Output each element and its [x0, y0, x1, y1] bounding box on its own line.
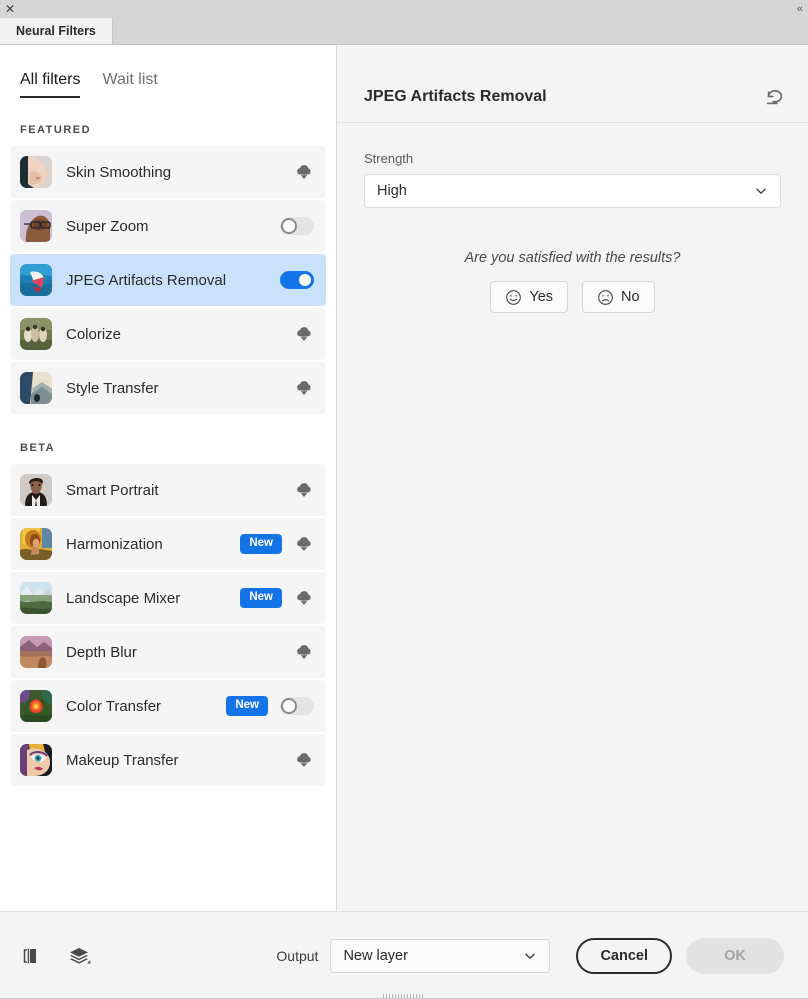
filter-toggle-on[interactable] — [280, 271, 314, 289]
tab-neural-filters[interactable]: Neural Filters — [0, 18, 113, 44]
settings-body: Strength High Are you satisfied with the… — [337, 123, 808, 911]
landscape-mixer-thumb — [20, 582, 52, 614]
feedback-question: Are you satisfied with the results? — [464, 250, 681, 266]
filter-row-label: Style Transfer — [66, 379, 159, 397]
strength-select[interactable]: High — [364, 174, 781, 208]
tab-all-filters[interactable]: All filters — [20, 71, 81, 98]
filter-row[interactable]: JPEG Artifacts Removal — [10, 254, 326, 306]
filter-tabs: All filters Wait list — [0, 45, 336, 98]
settings-header: JPEG Artifacts Removal — [337, 71, 808, 123]
jpeg-artifacts-thumb — [20, 264, 52, 296]
filter-row-label: Makeup Transfer — [66, 751, 179, 769]
reset-icon[interactable] — [764, 86, 786, 108]
feedback-yes-label: Yes — [529, 289, 554, 305]
neural-filters-window: ✕ « Neural Filters All filters Wait list… — [0, 0, 808, 999]
filter-row[interactable]: Smart Portrait — [10, 464, 326, 516]
depth-blur-thumb — [20, 636, 52, 668]
cloud-download-icon[interactable] — [294, 534, 314, 554]
collapse-panel-icon[interactable]: « — [797, 0, 803, 18]
skin-smoothing-thumb — [20, 156, 52, 188]
output-select[interactable]: New layer — [330, 938, 551, 973]
colorize-thumb — [20, 318, 52, 350]
ok-button[interactable]: OK — [686, 937, 784, 974]
filter-row-label: Harmonization — [66, 535, 163, 553]
new-badge: New — [240, 587, 282, 609]
filter-row[interactable]: Style Transfer — [10, 362, 326, 414]
super-zoom-thumb — [20, 210, 52, 242]
feedback-no-label: No — [621, 289, 640, 305]
new-badge: New — [240, 533, 282, 555]
filter-toggle-off[interactable] — [280, 217, 314, 235]
frowny-face-icon — [597, 289, 614, 306]
cloud-download-icon[interactable] — [294, 162, 314, 182]
strength-label: Strength — [364, 151, 414, 166]
filter-row-label: Landscape Mixer — [66, 589, 181, 607]
filter-row[interactable]: Depth Blur — [10, 626, 326, 678]
filter-row-label: Skin Smoothing — [66, 163, 172, 181]
filter-row[interactable]: Harmonization New — [10, 518, 326, 570]
feedback-section: Are you satisfied with the results? Yes … — [364, 250, 781, 313]
color-transfer-thumb — [20, 690, 52, 722]
style-transfer-thumb — [20, 372, 52, 404]
filter-row-label: Smart Portrait — [66, 481, 159, 499]
filter-settings-panel: JPEG Artifacts Removal Strength High Are… — [337, 45, 808, 911]
cloud-download-icon[interactable] — [294, 588, 314, 608]
preview-compare-icon[interactable] — [18, 943, 44, 969]
filter-row-label: Color Transfer — [66, 697, 162, 715]
cloud-download-icon[interactable] — [294, 324, 314, 344]
smart-portrait-thumb — [20, 474, 52, 506]
cloud-download-icon[interactable] — [294, 480, 314, 500]
chevron-down-icon — [523, 949, 537, 963]
dialog-footer: Output New layer Cancel OK — [0, 911, 808, 999]
dialog-body: All filters Wait list FEATURED Skin Smoot… — [0, 45, 808, 911]
filter-row-label: Colorize — [66, 325, 122, 343]
section-title-beta: BETA — [20, 442, 56, 454]
output-value: New layer — [343, 947, 408, 964]
harmonization-thumb — [20, 528, 52, 560]
smiley-face-icon — [505, 289, 522, 306]
layers-stack-icon[interactable] — [66, 943, 92, 969]
filter-row[interactable]: Makeup Transfer — [10, 734, 326, 786]
filter-toggle-off[interactable] — [280, 697, 314, 715]
close-icon[interactable]: ✕ — [5, 0, 15, 18]
toggle-knob — [281, 698, 297, 714]
title-bar: ✕ « — [0, 0, 808, 18]
feedback-no-button[interactable]: No — [582, 281, 655, 313]
filter-row[interactable]: Landscape Mixer New — [10, 572, 326, 624]
filter-row-label: JPEG Artifacts Removal — [66, 271, 227, 289]
filter-list[interactable]: FEATURED Skin Smoothing Super Zoom JPEG Art… — [0, 98, 336, 911]
filter-row-label: Super Zoom — [66, 217, 149, 235]
filter-row-label: Depth Blur — [66, 643, 137, 661]
panel-tab-strip: Neural Filters — [0, 18, 808, 45]
filter-row[interactable]: Color Transfer New — [10, 680, 326, 732]
cloud-download-icon[interactable] — [294, 378, 314, 398]
cancel-button[interactable]: Cancel — [576, 937, 672, 974]
output-label: Output — [276, 947, 319, 964]
toggle-knob — [281, 218, 297, 234]
tab-wait-list[interactable]: Wait list — [102, 71, 157, 98]
new-badge: New — [226, 695, 268, 717]
feedback-buttons: Yes No — [364, 281, 781, 313]
makeup-transfer-thumb — [20, 744, 52, 776]
toggle-knob — [297, 272, 313, 288]
feedback-yes-button[interactable]: Yes — [490, 281, 569, 313]
cloud-download-icon[interactable] — [294, 750, 314, 770]
chevron-down-icon — [754, 184, 768, 198]
filter-row[interactable]: Colorize — [10, 308, 326, 360]
strength-value: High — [377, 183, 407, 199]
filter-row[interactable]: Skin Smoothing — [10, 146, 326, 198]
filter-list-panel: All filters Wait list FEATURED Skin Smoot… — [0, 45, 337, 911]
cloud-download-icon[interactable] — [294, 642, 314, 662]
section-title-featured: FEATURED — [20, 124, 92, 136]
filter-row[interactable]: Super Zoom — [10, 200, 326, 252]
page-title: JPEG Artifacts Removal — [364, 87, 547, 105]
